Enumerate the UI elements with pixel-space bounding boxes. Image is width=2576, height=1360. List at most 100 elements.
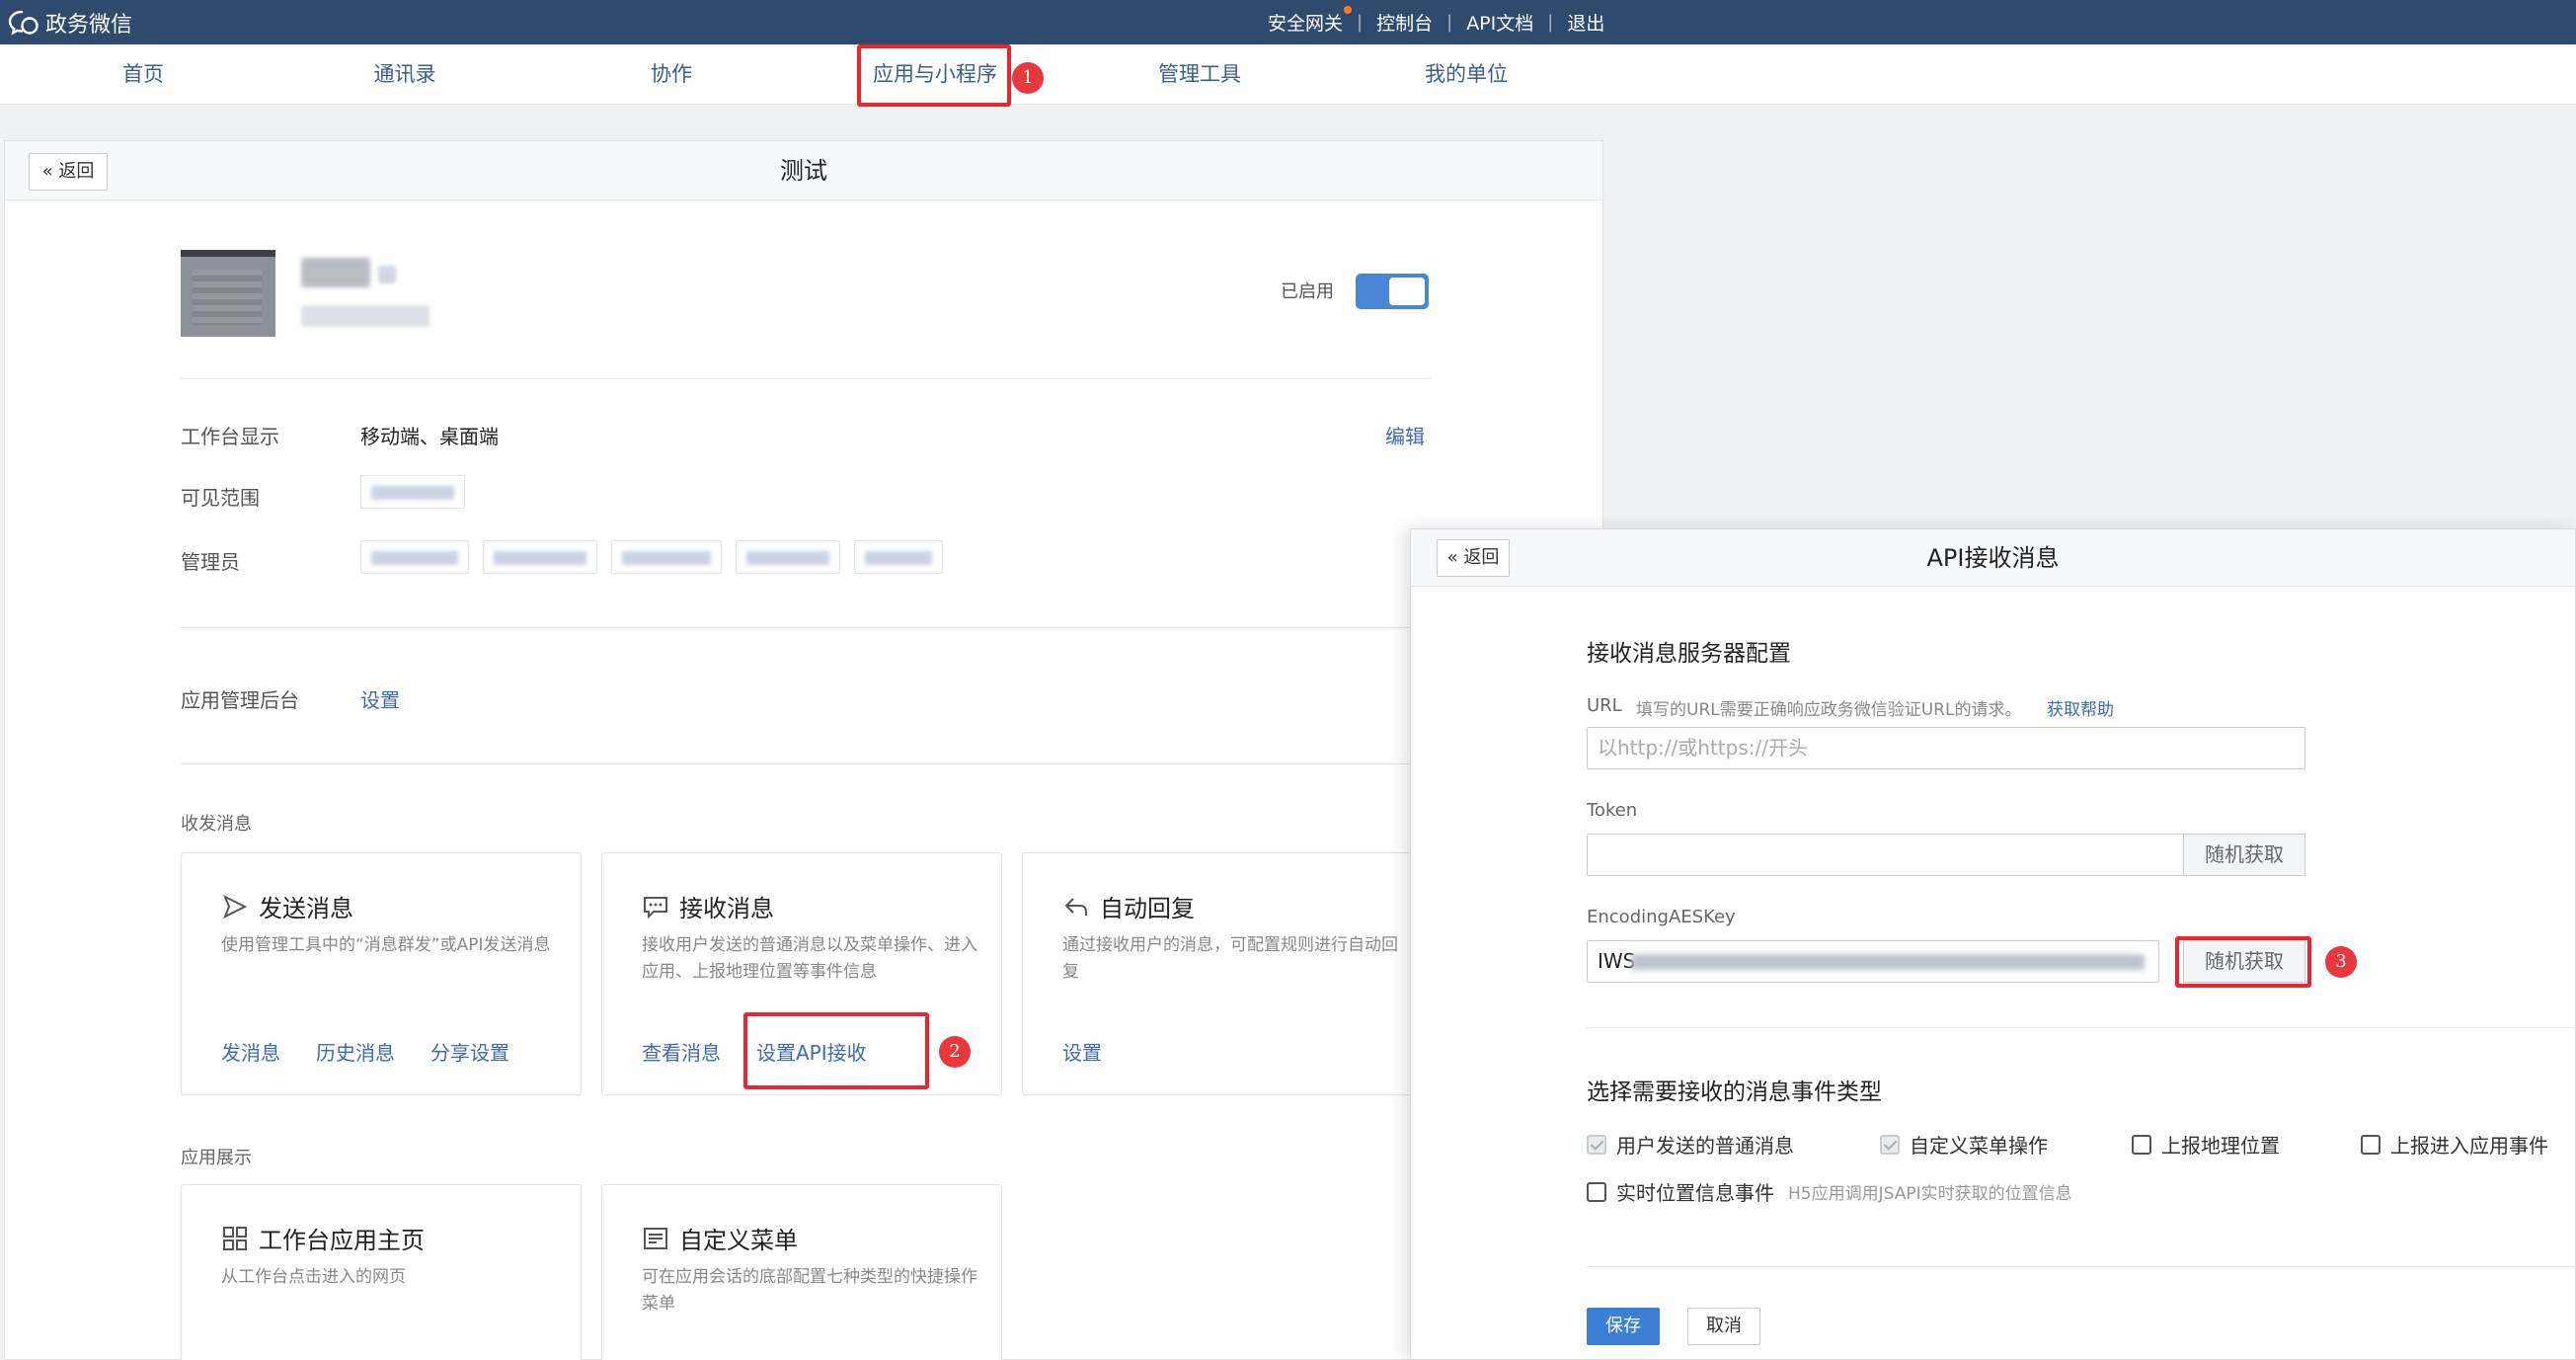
workbench-home-card: 工作台应用主页 从工作台点击进入的网页: [181, 1184, 582, 1360]
security-gateway-label: 安全网关: [1268, 13, 1344, 35]
card-links: 发消息 历史消息 分享设置: [221, 1037, 509, 1066]
visible-range-label: 可见范围: [181, 486, 260, 510]
checkbox-custom-menu[interactable]: [1880, 1134, 1900, 1155]
card-title: 自动回复: [1062, 889, 1195, 923]
api-docs-link[interactable]: API文档: [1452, 9, 1547, 36]
token-random-button[interactable]: 随机获取: [2183, 834, 2305, 876]
redacted-text: [622, 551, 711, 565]
checkbox-normal-messages[interactable]: [1587, 1134, 1606, 1155]
nav-management-tools[interactable]: 管理工具: [1145, 44, 1254, 105]
enable-toggle[interactable]: [1356, 274, 1429, 309]
app-detail-panel: « 返回 测试 已启用 工作台显示 移动端、桌面端 编辑 可见范围 管理员 应用…: [4, 140, 1603, 1360]
step-badge-3: 3: [2325, 946, 2357, 978]
card-description: 通过接收用户的消息，可配置规则进行自动回复: [1062, 935, 1398, 982]
auto-reply-settings-link[interactable]: 设置: [1062, 1037, 1102, 1066]
realtime-hint: H5应用调用JSAPI实时获取的位置信息: [1788, 1184, 2072, 1204]
security-gateway-link[interactable]: 安全网关: [1254, 6, 1357, 36]
page-title: 测试: [780, 157, 827, 185]
redacted-text: [494, 551, 586, 565]
logo[interactable]: 政务微信: [8, 6, 132, 40]
event-label: 自定义菜单操作: [1910, 1134, 2048, 1158]
nav-my-unit[interactable]: 我的单位: [1412, 44, 1521, 105]
workbench-label: 工作台显示: [181, 425, 279, 448]
chat-bubble-logo-icon: [8, 9, 39, 37]
url-input[interactable]: 以http://或https://开头: [1587, 727, 2305, 769]
api-receive-panel: « 返回 API接收消息 接收消息服务器配置 URL 填写的URL需要正确响应政…: [1410, 528, 2576, 1360]
nav-apps[interactable]: 应用与小程序: [863, 44, 1007, 105]
card-title: 接收消息: [642, 889, 774, 923]
card-description: 接收用户发送的普通消息以及菜单操作、进入应用、上报地理位置等事件信息: [642, 935, 977, 982]
event-option: 自定义菜单操作: [1880, 1130, 2048, 1159]
menu-icon: [644, 1227, 667, 1249]
edit-name-icon[interactable]: [378, 266, 396, 283]
url-hint: 填写的URL需要正确响应政务微信验证URL的请求。: [1636, 700, 2022, 720]
main-nav: 首页 通讯录 协作 应用与小程序 管理工具 我的单位: [0, 44, 2576, 105]
card-title-text: 自动回复: [1100, 895, 1195, 922]
logout-link[interactable]: 退出: [1553, 9, 1618, 36]
card-title-text: 工作台应用主页: [259, 1227, 425, 1254]
token-label: Token: [1587, 800, 1638, 821]
help-link[interactable]: 获取帮助: [2047, 695, 2114, 720]
card-links: 查看消息 设置API接收: [642, 1037, 867, 1066]
card-links: 设置: [1062, 1037, 1102, 1066]
event-label: 用户发送的普通消息: [1616, 1134, 1794, 1158]
edit-link[interactable]: 编辑: [1385, 421, 1425, 449]
event-option: 上报进入应用事件: [2361, 1130, 2548, 1159]
divider: [1587, 1027, 2576, 1028]
nav-home[interactable]: 首页: [99, 44, 188, 105]
notification-dot: [1344, 6, 1353, 14]
event-option: 上报地理位置: [2132, 1130, 2280, 1159]
step-badge-1: 1: [1012, 62, 1044, 94]
logo-text: 政务微信: [45, 13, 133, 38]
console-link[interactable]: 控制台: [1363, 9, 1446, 36]
share-settings-link[interactable]: 分享设置: [430, 1037, 509, 1066]
visible-range-chip: [360, 475, 465, 509]
card-title-text: 接收消息: [679, 895, 774, 922]
custom-menu-card: 自定义菜单 可在应用会话的底部配置七种类型的快捷操作菜单: [601, 1184, 1002, 1360]
cancel-button[interactable]: 取消: [1687, 1308, 1760, 1345]
admin-chip: [360, 540, 469, 574]
event-label: 上报地理位置: [2161, 1134, 2280, 1158]
aes-key-input[interactable]: IWS: [1587, 940, 2159, 983]
card-title: 自定义菜单: [642, 1221, 798, 1255]
token-input[interactable]: [1587, 834, 2184, 876]
nav-contacts[interactable]: 通讯录: [355, 44, 454, 105]
panel-title: API接收消息: [1926, 544, 2060, 572]
section-messages-label: 收发消息: [181, 814, 252, 835]
grid-icon: [223, 1226, 247, 1250]
set-api-receive-link[interactable]: 设置API接收: [756, 1037, 867, 1066]
divider: [1587, 1266, 2576, 1267]
top-links: 安全网关 | 控制台 | API文档 | 退出: [1254, 0, 1618, 44]
enabled-label: 已启用: [1281, 281, 1334, 302]
card-description: 使用管理工具中的“消息群发”或API发送消息: [221, 935, 551, 955]
section-display-label: 应用展示: [181, 1148, 252, 1168]
redacted-text: [865, 551, 932, 565]
save-button[interactable]: 保存: [1587, 1308, 1660, 1345]
app-logo: [181, 250, 275, 337]
auto-reply-card: 自动回复 通过接收用户的消息，可配置规则进行自动回复 设置: [1022, 852, 1423, 1095]
checkbox-enter-app[interactable]: [2361, 1134, 2381, 1155]
workbench-value: 移动端、桌面端: [360, 425, 499, 448]
divider: [181, 763, 1431, 764]
admin-label: 管理员: [181, 550, 240, 574]
aes-key-label: EncodingAESKey: [1587, 907, 1736, 927]
card-title: 发送消息: [221, 889, 353, 923]
nav-collaboration[interactable]: 协作: [622, 44, 721, 105]
card-title: 工作台应用主页: [221, 1221, 425, 1255]
history-link[interactable]: 历史消息: [316, 1037, 395, 1066]
toggle-knob: [1389, 278, 1425, 305]
event-label: 实时位置信息事件: [1616, 1181, 1774, 1205]
event-option: 用户发送的普通消息: [1587, 1130, 1794, 1159]
view-messages-link[interactable]: 查看消息: [642, 1037, 721, 1066]
checkbox-report-location[interactable]: [2132, 1134, 2151, 1155]
checkbox-realtime-location[interactable]: [1587, 1181, 1606, 1202]
admin-chip: [854, 540, 943, 574]
send-message-link[interactable]: 发消息: [221, 1037, 280, 1066]
step-badge-2: 2: [939, 1036, 971, 1068]
aes-random-button[interactable]: 随机获取: [2183, 940, 2305, 983]
card-title-text: 自定义菜单: [679, 1227, 798, 1254]
backend-settings-link[interactable]: 设置: [360, 684, 400, 713]
app-logo-image: [193, 270, 262, 325]
chat-icon: [644, 896, 667, 919]
event-types-title: 选择需要接收的消息事件类型: [1587, 1080, 1882, 1105]
